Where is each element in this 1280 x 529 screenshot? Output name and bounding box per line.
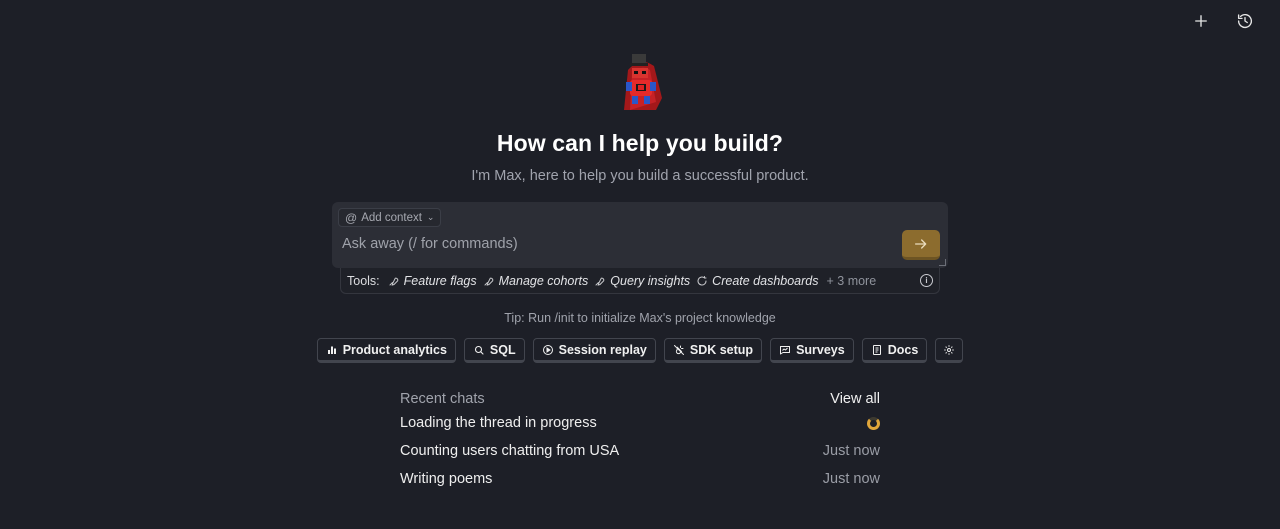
database-search-icon — [474, 345, 484, 355]
suggestion-surveys[interactable]: Surveys — [770, 338, 854, 363]
page-title: How can I help you build? — [496, 130, 784, 156]
add-context-label: Add context — [361, 211, 422, 224]
loading-spinner-icon — [867, 416, 880, 430]
suggestion-label: Surveys — [796, 342, 845, 357]
send-button[interactable] — [902, 230, 940, 260]
chat-title: Loading the thread in progress — [400, 415, 597, 431]
tool-create-dashboards: Create dashboards — [696, 273, 819, 288]
recent-chats-header: Recent chats View all — [400, 389, 880, 409]
chat-input[interactable] — [342, 236, 882, 252]
main-panel: How can I help you build? I'm Max, here … — [0, 0, 1280, 493]
chat-list-item[interactable]: Counting users chatting from USA Just no… — [400, 437, 880, 465]
document-icon — [872, 344, 881, 355]
tool-label: Query insights — [610, 273, 691, 288]
play-circle-icon — [542, 344, 553, 355]
recent-chats-title: Recent chats — [400, 391, 485, 407]
gear-icon — [944, 344, 955, 355]
chat-list-item[interactable]: Loading the thread in progress — [400, 409, 880, 437]
wrench-icon — [595, 277, 605, 286]
tool-label: Manage cohorts — [498, 273, 589, 288]
tool-label: Create dashboards — [712, 273, 819, 288]
suggestion-label: SQL — [489, 342, 516, 357]
suggestion-label: Session replay — [558, 342, 647, 357]
suggestion-session-replay[interactable]: Session replay — [532, 338, 656, 363]
chat-composer: @ Add context ⌄ — [332, 202, 948, 268]
recent-chats: Recent chats View all Loading the thread… — [400, 389, 880, 493]
suggestion-product-analytics[interactable]: Product analytics — [316, 338, 456, 363]
chat-title: Writing poems — [400, 471, 493, 487]
suggestion-label: Docs — [887, 342, 919, 357]
tool-label: Feature flags — [403, 273, 477, 288]
wrench-icon — [389, 277, 398, 286]
chat-title: Counting users chatting from USA — [400, 443, 620, 459]
chevron-down-icon: ⌄ — [426, 212, 435, 222]
tool-query-insights: Query insights — [594, 274, 690, 288]
resize-handle[interactable] — [939, 259, 946, 266]
wrench-icon — [484, 277, 493, 286]
suggestion-label: SDK setup — [689, 342, 754, 357]
tools-label: Tools: — [347, 273, 380, 288]
hedgehog-mascot — [624, 54, 662, 110]
suggestion-buttons: Product analytics SQL Session replay SDK… — [316, 338, 964, 363]
info-icon[interactable]: i — [920, 274, 933, 287]
at-icon: @ — [345, 210, 358, 225]
survey-icon — [780, 345, 791, 354]
tip-text: Tip: Run /init to initialize Max's proje… — [504, 311, 776, 325]
suggestion-sql[interactable]: SQL — [463, 338, 525, 363]
chat-timestamp: Just now — [822, 443, 880, 459]
refresh-icon — [697, 275, 707, 286]
suggestion-docs[interactable]: Docs — [861, 338, 928, 363]
more-tools[interactable]: + 3 more — [827, 274, 877, 288]
plug-icon — [673, 344, 684, 355]
arrow-right-icon — [915, 238, 927, 249]
settings-button[interactable] — [935, 338, 964, 363]
chat-timestamp: Just now — [822, 471, 880, 487]
view-all-link[interactable]: View all — [830, 391, 880, 407]
suggestion-sdk-setup[interactable]: SDK setup — [663, 338, 763, 363]
add-context-button[interactable]: @ Add context ⌄ — [338, 208, 442, 227]
page-subtitle: I'm Max, here to help you build a succes… — [471, 168, 809, 184]
suggestion-label: Product analytics — [342, 342, 447, 357]
bar-chart-icon — [327, 346, 336, 354]
tools-bar: Tools: Feature flags Manage cohorts Quer… — [340, 268, 940, 294]
tool-manage-cohorts: Manage cohorts — [483, 273, 589, 288]
chat-list-item[interactable]: Writing poems Just now — [400, 465, 880, 493]
tool-feature-flags: Feature flags — [388, 274, 477, 288]
